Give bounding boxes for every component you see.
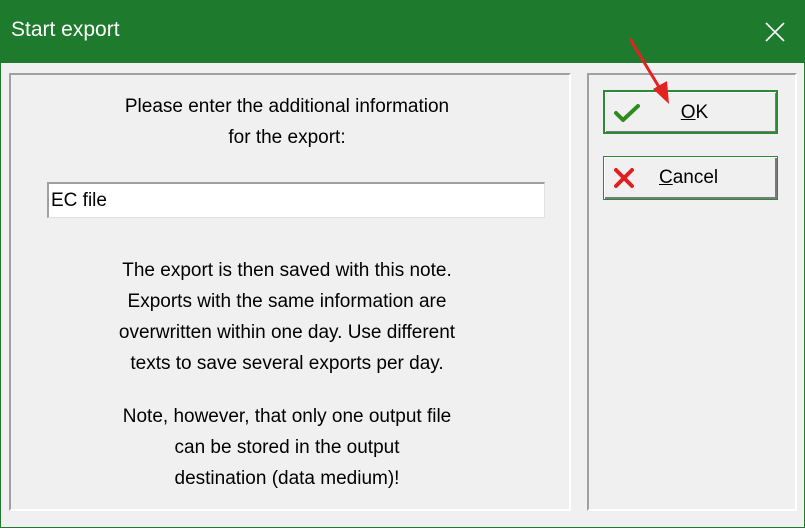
start-export-dialog: Start export Please enter the additional… — [0, 0, 805, 528]
button-panel — [587, 73, 797, 511]
close-button[interactable] — [748, 1, 804, 63]
prompt-text: Please enter the additional information … — [124, 96, 450, 148]
window-title: Start export — [11, 18, 120, 41]
ok-button-label: OK — [605, 102, 776, 124]
title-bar[interactable]: Start export — [1, 1, 804, 63]
note-text: Note, however, that only one output file… — [122, 406, 452, 489]
cancel-button[interactable]: Cancel — [603, 156, 778, 200]
info-text: The export is then saved with this note.… — [118, 260, 456, 374]
export-info-input[interactable] — [47, 182, 545, 218]
ok-label-rest: K — [695, 102, 709, 123]
close-icon — [765, 22, 785, 42]
cross-icon — [614, 168, 634, 188]
cancel-mnemonic: C — [659, 167, 673, 188]
cancel-button-label: Cancel — [659, 167, 777, 189]
cancel-label-rest: ancel — [672, 167, 719, 188]
ok-button[interactable]: OK — [603, 90, 778, 134]
ok-mnemonic: O — [680, 102, 696, 123]
